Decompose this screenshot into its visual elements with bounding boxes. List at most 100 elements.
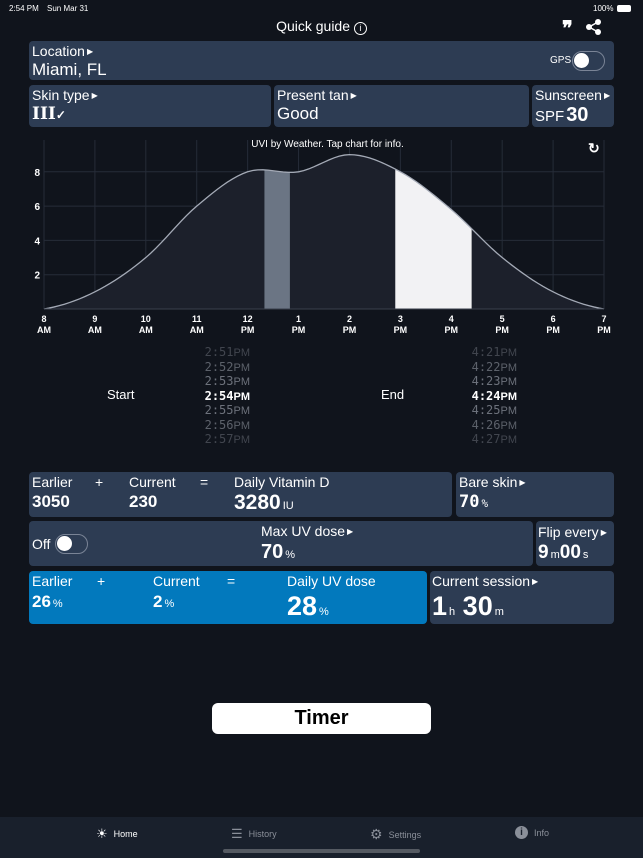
x-tick-label: 10 [141, 314, 151, 324]
gps-label: GPS [550, 55, 572, 66]
sunscreen-card[interactable]: Sunscreen ▶ SPF 30 [532, 85, 614, 127]
status-time: 2:54 PM [9, 4, 39, 13]
time-option[interactable]: 4:27PM [447, 432, 517, 447]
start-label: Start [107, 387, 135, 402]
x-tick-label: PM [597, 325, 611, 335]
max-uv-card[interactable]: Off Max UV dose ▶ 70% [29, 521, 533, 566]
time-option[interactable]: 2:51PM [180, 345, 250, 360]
timer-button[interactable]: Timer [212, 703, 431, 734]
x-tick-label: 5 [500, 314, 505, 324]
x-tick-label: 7 [601, 314, 606, 324]
uv-current-label: Current [153, 573, 200, 589]
refresh-icon[interactable]: ↻ [588, 140, 600, 157]
vitd-total-label: Daily Vitamin D [234, 474, 330, 490]
x-tick-label: 11 [192, 314, 202, 324]
uvi-area [44, 154, 604, 309]
vitd-unit: IU [282, 500, 294, 512]
x-tick-label: AM [139, 325, 153, 335]
tab-info[interactable]: i Info [515, 826, 549, 839]
flip-every-card[interactable]: Flip every ▶ 9 m00 s [536, 521, 614, 566]
end-label: End [381, 387, 405, 402]
max-uv-label: Max UV dose [261, 523, 346, 539]
percent-unit: % [285, 549, 296, 561]
present-tan-card[interactable]: Present tan ▶ Good [274, 85, 529, 127]
tab-home[interactable]: ☀ Home [96, 826, 138, 842]
x-tick-label: 12 [243, 314, 253, 324]
max-uv-value: 70 [261, 541, 284, 563]
bare-skin-card[interactable]: Bare skin ▶ 70% [456, 472, 614, 517]
gps-toggle[interactable] [572, 51, 605, 71]
minutes-unit: m [494, 606, 504, 618]
time-option[interactable]: 4:25PM [447, 403, 517, 418]
x-tick-label: PM [394, 325, 408, 335]
percent-unit: % [164, 598, 175, 610]
x-tick-label: 3 [398, 314, 403, 324]
gear-icon: ⚙ [370, 826, 383, 842]
plus-sign: + [97, 573, 106, 589]
info-icon: i [515, 826, 528, 839]
minutes-unit: m [550, 549, 560, 561]
x-tick-label: PM [445, 325, 459, 335]
location-label: Location [32, 43, 85, 59]
skin-type-card[interactable]: Skin type ▶ III✓ [29, 85, 271, 127]
tab-settings[interactable]: ⚙ Settings [370, 826, 421, 843]
x-tick-label: PM [343, 325, 357, 335]
x-tick-label: 6 [551, 314, 556, 324]
tab-label: Info [534, 827, 550, 838]
quick-guide-button[interactable]: Quick guide i [0, 18, 643, 35]
end-time-picker[interactable]: 4:21PM 4:22PM 4:23PM 4:24PM 4:25PM 4:26PM 4:27… [447, 345, 517, 447]
seconds-unit: s [582, 549, 589, 561]
spf-prefix: SPF [535, 108, 565, 125]
session-minutes: 30 [462, 591, 493, 621]
quote-icon[interactable]: ❞ [562, 16, 573, 41]
time-option[interactable]: 2:57PM [180, 432, 250, 447]
time-option[interactable]: 4:23PM [447, 374, 517, 389]
present-tan-value: Good [277, 104, 319, 123]
vitamin-d-card: Earlier + Current = Daily Vitamin D 3050… [29, 472, 452, 517]
y-tick-label: 6 [34, 202, 40, 213]
tab-label: Home [113, 829, 138, 839]
uv-total-value: 28 [287, 591, 318, 621]
max-uv-toggle[interactable] [55, 534, 88, 554]
check-icon: ✓ [55, 108, 66, 122]
percent-unit: % [481, 497, 489, 510]
percent-unit: % [52, 598, 63, 610]
current-session-card[interactable]: Current session ▶ 1h 30 m [430, 571, 614, 624]
current-session-band [395, 169, 472, 309]
time-option[interactable]: 2:54PM [180, 389, 250, 404]
info-circle-icon: i [353, 22, 367, 35]
plus-sign: + [95, 474, 104, 490]
x-tick-label: PM [495, 325, 509, 335]
tab-history[interactable]: ☰ History [231, 826, 277, 842]
x-tick-label: AM [88, 325, 102, 335]
flip-minutes: 9 [538, 542, 549, 563]
equals-sign: = [200, 474, 209, 490]
time-option[interactable]: 4:26PM [447, 418, 517, 433]
time-option[interactable]: 4:21PM [447, 345, 517, 360]
uv-earlier-label: Earlier [32, 573, 73, 589]
time-option[interactable]: 2:53PM [180, 374, 250, 389]
sunscreen-label: Sunscreen [535, 87, 602, 103]
percent-unit: % [319, 606, 329, 618]
x-tick-label: 4 [449, 314, 454, 324]
status-date: Sun Mar 31 [47, 4, 89, 13]
vitd-current-value: 230 [129, 492, 158, 511]
x-tick-label: PM [546, 325, 560, 335]
vitd-current-label: Current [129, 474, 176, 490]
time-option[interactable]: 4:22PM [447, 360, 517, 375]
flip-seconds: 00 [559, 542, 581, 563]
time-option[interactable]: 4:24PM [447, 389, 517, 404]
uvi-chart[interactable]: 24688AM9AM10AM11AM12PM1PM2PM3PM4PM5PM6PM… [0, 135, 643, 340]
time-option[interactable]: 2:56PM [180, 418, 250, 433]
chart-caption: UVI by Weather. Tap chart for info. [251, 139, 404, 150]
start-time-picker[interactable]: 2:51PM 2:52PM 2:53PM 2:54PM 2:55PM 2:56PM 2:57… [180, 345, 250, 447]
uv-total-label: Daily UV dose [287, 573, 376, 589]
vitd-earlier-value: 3050 [32, 492, 70, 511]
time-option[interactable]: 2:55PM [180, 403, 250, 418]
hours-unit: h [449, 606, 456, 618]
present-tan-label: Present tan [277, 87, 349, 103]
location-card[interactable]: Location ▶ Miami, FL GPS [29, 41, 614, 80]
time-option[interactable]: 2:52PM [180, 360, 250, 375]
share-icon[interactable] [586, 19, 602, 35]
y-tick-label: 8 [34, 168, 40, 179]
